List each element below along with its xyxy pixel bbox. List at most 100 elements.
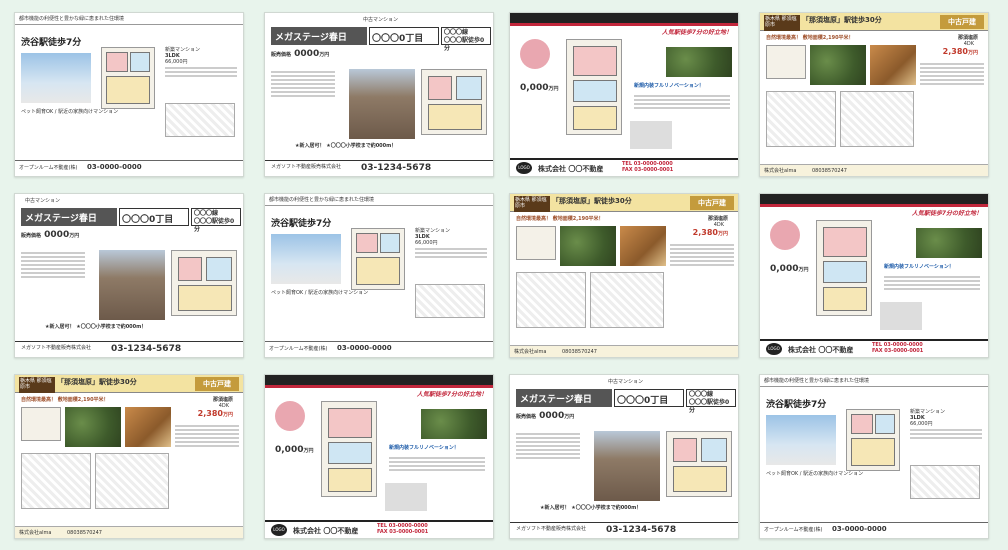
flyer-footer: メガソフト不動産販売株式会社 03-1234-5678: [265, 160, 493, 176]
area-map: [910, 465, 980, 499]
price-value: 販売価格 0000万円: [21, 230, 80, 240]
floor-plan: [21, 407, 61, 441]
flyer-card[interactable]: 都市機能の利便性と豊かな緑に恵まれた住環境 渋谷駅徒歩7分 新築マンション 3L…: [264, 193, 494, 358]
company-name: オープンルーム不動産(株): [19, 165, 78, 171]
area-map: [415, 284, 485, 318]
price-value: 0,000万円: [770, 264, 809, 274]
flyer-catch: 人気駅徒歩7分の好立地！: [911, 210, 982, 217]
building-photo: [594, 431, 660, 501]
renovation-note: 新規内装フルリノベーション！: [389, 445, 459, 451]
phone-number: 08038570247: [66, 530, 102, 536]
company-name: 株式会社 〇〇不動産: [788, 346, 854, 354]
flyer-title: 渋谷駅徒歩7分: [21, 38, 82, 48]
price-value: 2,380万円: [692, 228, 728, 237]
phone-number: TEL 03-0000-0000 FAX 03-0000-0001: [622, 161, 674, 173]
phone-number: TEL 03-0000-0000 FAX 03-0000-0001: [872, 342, 924, 354]
flyer-card[interactable]: 人気駅徒歩7分の好立地！ 0,000万円 新規内装フルリノベーション！ LOGO…: [759, 193, 989, 358]
flyer-catch: 人気駅徒歩7分の好立地！: [416, 391, 487, 398]
phone-number: 03-0000-0000: [337, 344, 392, 352]
phone-number: 03-1234-5678: [111, 344, 182, 354]
flyer-footer: メガソフト不動産販売株式会社 03-1234-5678: [15, 341, 243, 357]
area-map: [165, 103, 235, 137]
flyer-sub: 自然環境最高！ 敷地面積2,190平米！: [766, 35, 854, 41]
flyer-bullets: ★新入居可！ ★〇〇〇小学校まで約000m！: [45, 324, 147, 330]
kind-badge: 中古戸建: [195, 377, 239, 391]
renovation-note: 新規内装フルリノベーション！: [884, 264, 954, 270]
price-value: 0,000万円: [520, 83, 559, 93]
kind-label: 中古マンション: [363, 17, 399, 23]
flyer-card[interactable]: 中古マンション メガステージ春日 〇〇〇0丁目 〇〇〇線 〇〇〇駅徒歩0分 販売価…: [264, 12, 494, 177]
flyer-footer: LOGO 株式会社 〇〇不動産 TEL 03-0000-0000 FAX 03-0…: [265, 520, 493, 538]
building-photo: [271, 234, 341, 284]
flyer-card[interactable]: 中古マンション メガステージ春日 〇〇〇0丁目 〇〇〇線 〇〇〇駅徒歩0分 販売価…: [509, 374, 739, 539]
flyer-desc: ペット飼育OK / 駅近の家族向けマンション: [21, 109, 119, 115]
flyer-bullets: ★新入居可！ ★〇〇〇小学校まで約000m！: [295, 143, 397, 149]
flyer-card[interactable]: 栃木県 那須塩原市 「那須塩原」駅徒歩30分 中古戸建 自然環境最高！ 敷地面積…: [509, 193, 739, 358]
flyer-title: 「那須塩原」駅徒歩30分: [552, 197, 632, 205]
location-tag: 栃木県 那須塩原市: [19, 377, 55, 393]
building-photo: [916, 228, 982, 258]
phone-number: 03-0000-0000: [87, 163, 142, 171]
building-photo: [421, 409, 487, 439]
kind-label: 中古マンション: [25, 198, 61, 204]
company-name: 株式会社alma: [19, 530, 52, 536]
access-info: 〇〇〇線 〇〇〇駅徒歩0分: [191, 208, 241, 233]
room-photo: [630, 121, 672, 149]
phone-number: 03-1234-5678: [361, 163, 432, 173]
flyer-footer: LOGO 株式会社 〇〇不動産 TEL 03-0000-0000 FAX 03-0…: [510, 158, 738, 176]
flyer-footer: オープンルーム不動産(株) 03-0000-0000: [760, 522, 988, 538]
kind-badge: 中古戸建: [940, 15, 984, 29]
flyer-sub: 自然環境最高！ 敷地面積2,190平米！: [21, 397, 109, 403]
kind-badge: 中古戸建: [690, 196, 734, 210]
spec-list: 新築マンション 3LDK 66,000円: [415, 228, 487, 260]
floor-plan: [171, 250, 237, 316]
flyer-footer: 株式会社alma 08038570247: [760, 164, 988, 176]
flyer-card[interactable]: 人気駅徒歩7分の好立地！ 0,000万円 新規内装フルリノベーション！ LOGO…: [509, 12, 739, 177]
flyer-catch: 人気駅徒歩7分の好立地！: [661, 29, 732, 36]
floor-plan: [846, 409, 900, 471]
area-map: [840, 91, 914, 147]
room-photo: [385, 483, 427, 511]
block-label: 〇〇〇0丁目: [369, 27, 439, 45]
building-photo: [349, 69, 415, 139]
price-value: 66,000円: [910, 421, 933, 427]
flyer-footer: メガソフト不動産販売株式会社 03-1234-5678: [510, 522, 738, 538]
company-name: 株式会社 〇〇不動産: [538, 165, 604, 173]
price-value: 0,000万円: [275, 445, 314, 455]
flyer-card[interactable]: 都市機能の利便性と豊かな緑に恵まれた住環境 渋谷駅徒歩7分 新築マンション 3L…: [759, 374, 989, 539]
company-name: オープンルーム不動産(株): [269, 346, 328, 352]
flyer-footer: LOGO 株式会社 〇〇不動産 TEL 03-0000-0000 FAX 03-0…: [760, 339, 988, 357]
location-tag: 栃木県 那須塩原市: [764, 15, 800, 31]
flyer-title: 渋谷駅徒歩7分: [271, 219, 332, 229]
floor-plan: [566, 39, 622, 135]
flyer-title: 渋谷駅徒歩7分: [766, 400, 827, 410]
flyer-footer: 株式会社alma 08038570247: [15, 526, 243, 538]
building-photo: [766, 415, 836, 465]
flyer-card[interactable]: 人気駅徒歩7分の好立地！ 0,000万円 新規内装フルリノベーション！ LOGO…: [264, 374, 494, 539]
flyer-footer: オープンルーム不動産(株) 03-0000-0000: [15, 160, 243, 176]
flyer-desc: ペット飼育OK / 駅近の家族向けマンション: [766, 471, 864, 477]
logo-icon: LOGO: [766, 343, 782, 355]
company-name: 株式会社alma: [514, 349, 547, 355]
flyer-card[interactable]: 栃木県 那須塩原市 「那須塩原」駅徒歩30分 中古戸建 自然環境最高！ 敷地面積…: [14, 374, 244, 539]
flyer-card[interactable]: 都市機能の利便性と豊かな緑に恵まれた住環境 渋谷駅徒歩7分 新築マンション 3L…: [14, 12, 244, 177]
phone-number: 03-0000-0000: [832, 525, 887, 533]
company-name: 株式会社alma: [764, 168, 797, 174]
logo-icon: LOGO: [516, 162, 532, 174]
badge-circle: [520, 39, 550, 69]
price-value: 販売価格 0000万円: [271, 49, 330, 59]
flyer-title: 「那須塩原」駅徒歩30分: [57, 378, 137, 386]
logo-icon: LOGO: [271, 524, 287, 536]
photo-exterior: [65, 407, 121, 447]
flyer-card[interactable]: 中古マンション メガステージ春日 〇〇〇0丁目 〇〇〇線 〇〇〇駅徒歩0分 販売価…: [14, 193, 244, 358]
flyer-header: 都市機能の利便性と豊かな緑に恵まれた住環境: [265, 194, 493, 206]
company-name: メガソフト不動産販売株式会社: [271, 164, 342, 170]
flyer-card[interactable]: 栃木県 那須塩原市 「那須塩原」駅徒歩30分 中古戸建 自然環境最高！ 敷地面積…: [759, 12, 989, 177]
price-value: 販売価格 0000万円: [516, 411, 575, 421]
flyer-title: 「那須塩原」駅徒歩30分: [802, 16, 882, 24]
badge-circle: [770, 220, 800, 250]
site-map: [21, 453, 91, 509]
site-map: [516, 272, 586, 328]
floor-plan: [101, 47, 155, 109]
floor-plan: [816, 220, 872, 316]
